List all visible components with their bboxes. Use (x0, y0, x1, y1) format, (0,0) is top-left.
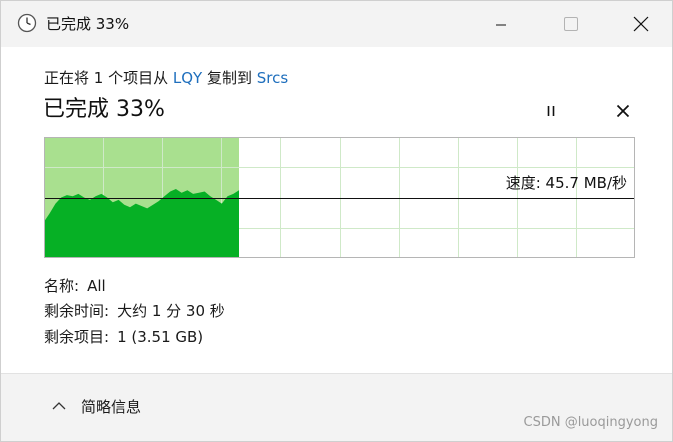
name-value: All (87, 277, 106, 295)
operation-middle: 复制到 (202, 69, 257, 87)
cancel-button[interactable] (610, 98, 636, 124)
fewer-details-label: 简略信息 (81, 398, 142, 416)
speed-graph: 速度: 45.7 MB/秒 (44, 137, 635, 258)
watermark-text: CSDN @luoqingyong (523, 415, 659, 430)
items-remaining-label: 剩余项目: (44, 328, 110, 346)
detail-items-row: 剩余项目: 1 (3.51 GB) (44, 326, 203, 348)
copy-progress-dialog: 已完成 33% 正在将 1 个项目从 LQY 复制到 Srcs 已完成 33% (0, 0, 673, 442)
source-folder-link[interactable]: LQY (173, 69, 202, 87)
items-remaining-value: 1 (3.51 GB) (117, 328, 204, 346)
speed-graph-canvas (44, 137, 635, 258)
pause-icon (547, 106, 555, 116)
maximize-button[interactable] (548, 1, 594, 47)
cancel-icon (616, 104, 630, 118)
pause-button[interactable] (538, 98, 564, 124)
destination-folder-link[interactable]: Srcs (257, 69, 288, 87)
chevron-up-icon (52, 402, 66, 410)
maximize-icon (564, 17, 578, 31)
detail-name-row: 名称: All (44, 275, 106, 297)
operation-prefix: 正在将 1 个项目从 (44, 69, 173, 87)
close-icon (633, 16, 649, 32)
minimize-icon (496, 24, 506, 26)
time-remaining-value: 大约 1 分 30 秒 (117, 302, 225, 320)
minimize-button[interactable] (478, 1, 524, 47)
progress-status: 已完成 33% (43, 97, 165, 122)
time-remaining-label: 剩余时间: (44, 302, 110, 320)
title-bar[interactable]: 已完成 33% (1, 1, 672, 47)
window-title: 已完成 33% (46, 15, 130, 33)
clock-icon (17, 13, 37, 33)
operation-description: 正在将 1 个项目从 LQY 复制到 Srcs (44, 67, 288, 89)
name-label: 名称: (44, 277, 80, 295)
detail-time-row: 剩余时间: 大约 1 分 30 秒 (44, 300, 225, 322)
window-close-button[interactable] (618, 1, 664, 47)
speed-label: 速度: 45.7 MB/秒 (505, 174, 627, 192)
dialog-footer: 简略信息 CSDN @luoqingyong (1, 373, 672, 441)
